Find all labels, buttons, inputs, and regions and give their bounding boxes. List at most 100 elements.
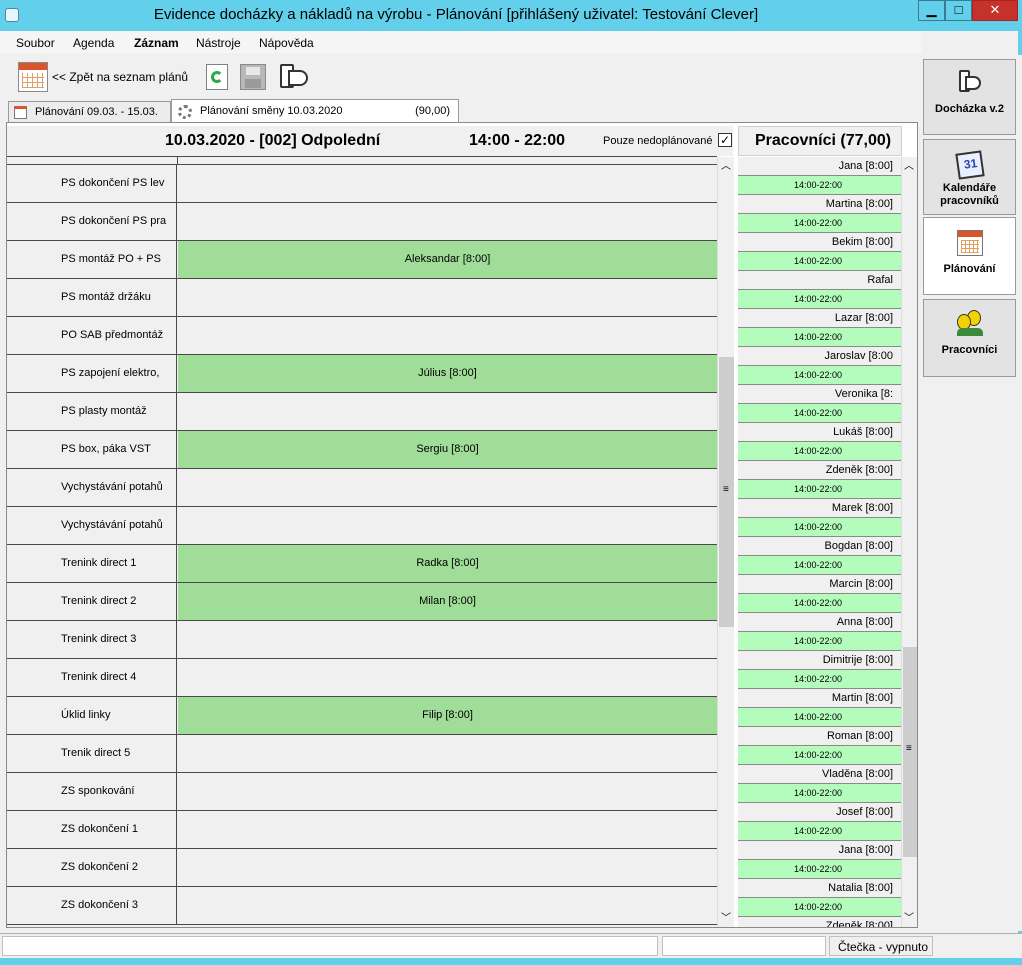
empty-slot[interactable] — [178, 887, 717, 924]
workstation-name: Trenink direct 2 — [7, 583, 177, 620]
assigned-worker-slot[interactable]: Sergiu [8:00] — [178, 431, 717, 468]
worker-item[interactable]: Vladěna [8:00] 14:00-22:00 — [738, 765, 901, 803]
assigned-worker-slot[interactable]: Radka [8:00] — [178, 545, 717, 582]
worker-item[interactable]: Veronika [8: 14:00-22:00 — [738, 385, 901, 423]
empty-slot[interactable] — [178, 811, 717, 848]
status-panel-main — [2, 936, 658, 956]
workstation-name: PS montáž držáku — [7, 279, 177, 316]
empty-slot[interactable] — [178, 203, 717, 240]
tab-shift-plan[interactable]: Plánování směny 10.03.2020 (90,00) — [171, 99, 459, 123]
grid-row: Trenink direct 1 Radka [8:00] — [7, 545, 717, 583]
menu-bar: Soubor Agenda Záznam Nástroje Nápověda — [0, 31, 922, 53]
empty-slot[interactable] — [178, 507, 717, 544]
worker-item[interactable]: Marcin [8:00] 14:00-22:00 — [738, 575, 901, 613]
scroll-up-icon[interactable]: ︿ — [721, 157, 731, 172]
empty-slot[interactable] — [178, 279, 717, 316]
menu-nastroje[interactable]: Nástroje — [196, 36, 241, 50]
worker-item[interactable]: Natalia [8:00] 14:00-22:00 — [738, 879, 901, 917]
empty-slot[interactable] — [178, 469, 717, 506]
refresh-icon[interactable] — [206, 64, 228, 90]
workstation-name: Vychystávání potahů — [7, 507, 177, 544]
worker-item[interactable]: Jana [8:00] 14:00-22:00 — [738, 841, 901, 879]
worker-item[interactable]: Lazar [8:00] 14:00-22:00 — [738, 309, 901, 347]
workstation-name: PS dokončení PS lev — [7, 165, 177, 202]
reader-status: Čtečka - vypnuto — [838, 940, 929, 954]
workers-scroll-thumb[interactable]: ≡ — [903, 647, 917, 857]
worker-item[interactable]: Martina [8:00] 14:00-22:00 — [738, 195, 901, 233]
workers-list: Jana [8:00] 14:00-22:00 Martina [8:00] 14:0… — [738, 157, 901, 927]
assigned-worker-slot[interactable]: Aleksandar [8:00] — [178, 241, 717, 278]
empty-slot[interactable] — [178, 735, 717, 772]
assigned-worker-slot[interactable]: Július [8:00] — [178, 355, 717, 392]
planner-icon — [957, 230, 983, 256]
empty-slot[interactable] — [178, 317, 717, 354]
worker-shift-time: 14:00-22:00 — [738, 822, 901, 841]
grid-row: Vychystávání potahů — [7, 507, 717, 545]
assigned-worker-slot[interactable]: Milan [8:00] — [178, 583, 717, 620]
worker-item[interactable]: Marek [8:00] 14:00-22:00 — [738, 499, 901, 537]
grid-row: PO SAB předmontáž — [7, 317, 717, 355]
side-item-label: Pracovníci — [941, 344, 998, 356]
worker-name: Marek [8:00] — [738, 499, 901, 518]
worker-item[interactable]: Lukáš [8:00] 14:00-22:00 — [738, 423, 901, 461]
workstation-name: ZS dokončení 2 — [7, 849, 177, 886]
back-to-plans-button[interactable]: << Zpět na seznam plánů — [52, 70, 188, 84]
workers-scrollbar[interactable]: ︿ ≡ ﹀ — [901, 157, 917, 927]
grid-row: Úklid linky Filip [8:00] — [7, 697, 717, 735]
empty-slot[interactable] — [178, 773, 717, 810]
empty-slot[interactable] — [178, 165, 717, 202]
scroll-down-icon[interactable]: ﹀ — [904, 909, 914, 924]
grid-row: Trenink direct 3 — [7, 621, 717, 659]
empty-slot[interactable] — [178, 849, 717, 886]
worker-item[interactable]: Bogdan [8:00] 14:00-22:00 — [738, 537, 901, 575]
menu-agenda[interactable]: Agenda — [73, 36, 114, 50]
document-icon[interactable] — [278, 62, 312, 92]
worker-item[interactable]: Josef [8:00] 14:00-22:00 — [738, 803, 901, 841]
close-button[interactable]: ✕ — [972, 0, 1018, 21]
worker-item[interactable]: Zdeněk [8:00] 14:00-22:00 — [738, 461, 901, 499]
save-icon[interactable] — [240, 64, 266, 90]
worker-item[interactable]: Zdeněk [8:00] — [738, 917, 901, 927]
calendar-icon: 31 — [955, 150, 985, 180]
side-item-dochazka[interactable]: Docházka v.2 — [923, 59, 1016, 135]
worker-item[interactable]: Roman [8:00] 14:00-22:00 — [738, 727, 901, 765]
worker-name: Jaroslav [8:00 — [738, 347, 901, 366]
filter-checkbox[interactable]: ✓ — [718, 133, 732, 147]
worker-item[interactable]: Martin [8:00] 14:00-22:00 — [738, 689, 901, 727]
minimize-button[interactable]: ▁ — [918, 0, 945, 21]
worker-name: Marcin [8:00] — [738, 575, 901, 594]
worker-item[interactable]: Jaroslav [8:00 14:00-22:00 — [738, 347, 901, 385]
worker-item[interactable]: Dimitrije [8:00] 14:00-22:00 — [738, 651, 901, 689]
menu-soubor[interactable]: Soubor — [16, 36, 55, 50]
empty-slot[interactable] — [178, 659, 717, 696]
worker-item[interactable]: Bekim [8:00] 14:00-22:00 — [738, 233, 901, 271]
calendar-icon[interactable] — [18, 62, 48, 92]
workstation-name: ZS dokončení 3 — [7, 887, 177, 924]
minimize-icon: ▁ — [926, 2, 937, 17]
scroll-down-icon[interactable]: ﹀ — [721, 909, 731, 924]
assigned-worker-slot[interactable]: Filip [8:00] — [178, 697, 717, 734]
side-item-label: Docházka v.2 — [935, 103, 1004, 115]
scroll-up-icon[interactable]: ︿ — [904, 157, 914, 172]
side-item-pracovnici[interactable]: Pracovníci — [923, 299, 1016, 377]
worker-name: Roman [8:00] — [738, 727, 901, 746]
maximize-button[interactable]: □ — [945, 0, 972, 21]
menu-zaznam[interactable]: Záznam — [134, 36, 179, 50]
side-item-kalendare[interactable]: 31 Kalendáře pracovníků — [923, 139, 1016, 215]
empty-slot[interactable] — [178, 393, 717, 430]
workers-title: Pracovníci (77,00) — [755, 132, 892, 149]
worker-shift-time: 14:00-22:00 — [738, 556, 901, 575]
grid-scrollbar[interactable]: ︿ ≡ ﹀ — [717, 157, 734, 927]
side-item-planovani[interactable]: Plánování — [923, 217, 1016, 295]
grid-scroll-thumb[interactable]: ≡ — [719, 357, 734, 627]
gear-icon — [178, 105, 192, 119]
tab-week-plan[interactable]: Plánování 09.03. - 15.03. — [8, 101, 171, 122]
grid-row: PS montáž držáku — [7, 279, 717, 317]
empty-slot[interactable] — [178, 621, 717, 658]
worker-item[interactable]: Rafal 14:00-22:00 — [738, 271, 901, 309]
window-border — [0, 958, 1022, 965]
grid-top-row — [7, 156, 717, 165]
worker-item[interactable]: Jana [8:00] 14:00-22:00 — [738, 157, 901, 195]
menu-napoveda[interactable]: Nápověda — [259, 36, 314, 50]
worker-item[interactable]: Anna [8:00] 14:00-22:00 — [738, 613, 901, 651]
